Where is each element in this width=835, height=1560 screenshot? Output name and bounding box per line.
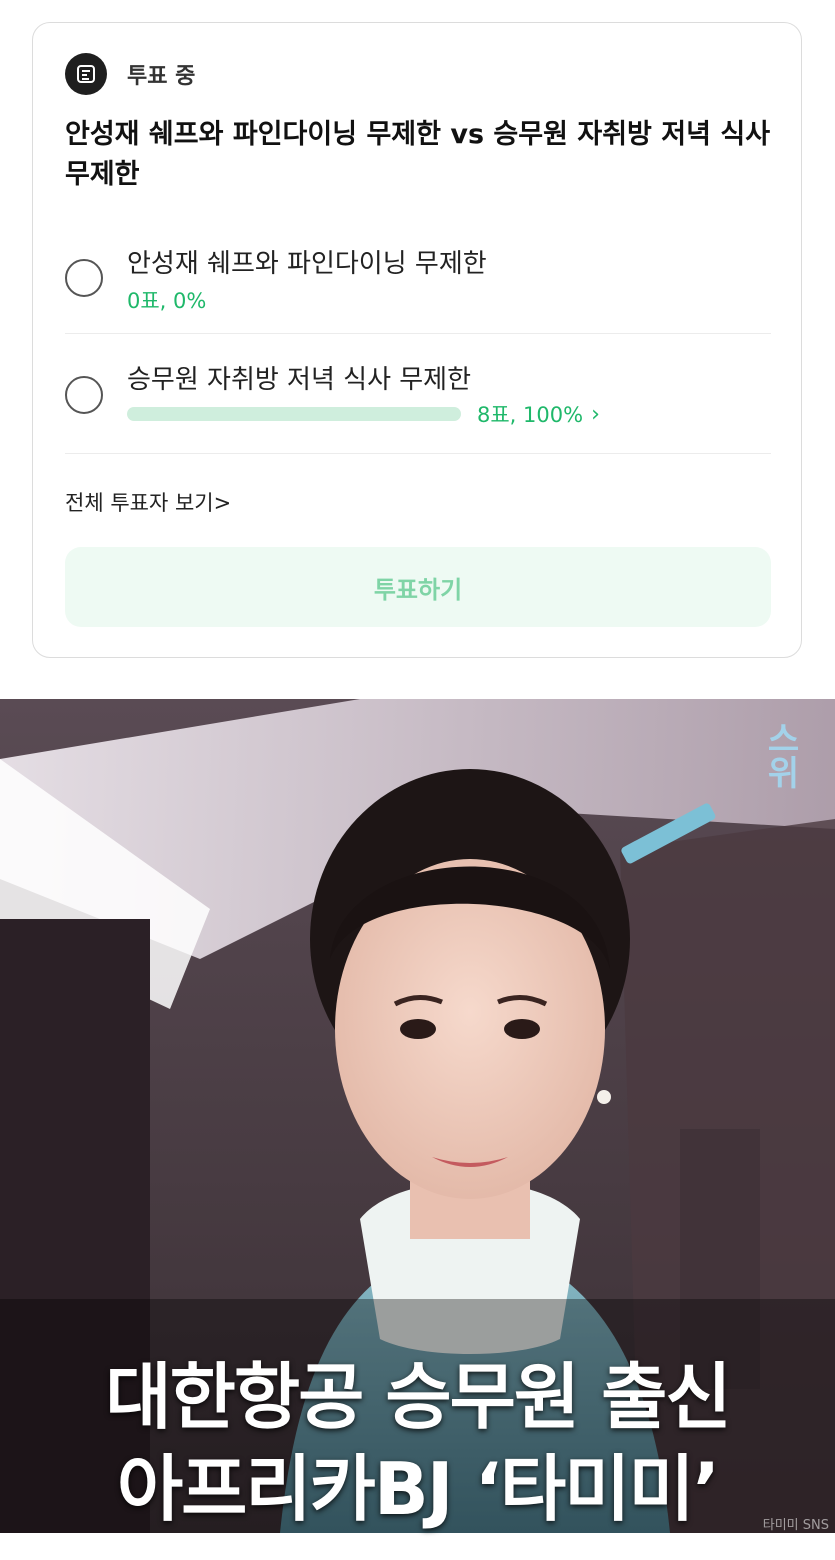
option-result: 0표, 0% <box>127 289 207 313</box>
poll-status: 투표 중 <box>127 64 196 89</box>
corner-logo: 스위 <box>760 721 800 789</box>
poll-option-2[interactable]: 승무원 자취방 저녁 식사 무제한 8표, 100% › <box>65 341 771 454</box>
photo-credit: 타미미 SNS <box>762 1518 829 1533</box>
caption-line-1: 대한항공 승무원 출신 <box>105 1355 731 1439</box>
radio-button[interactable] <box>65 376 103 414</box>
option-result: 8표, 100% <box>477 403 584 427</box>
all-voters-link[interactable]: 전체 투표자 보기> <box>65 487 231 517</box>
option-label: 안성재 쉐프와 파인다이닝 무제한 <box>127 249 487 279</box>
option-label: 승무원 자취방 저녁 식사 무제한 <box>127 365 472 395</box>
chevron-right-icon: › <box>591 401 600 427</box>
result-bar <box>127 407 461 421</box>
vote-button[interactable]: 투표하기 <box>65 547 771 627</box>
poll-icon <box>65 53 107 95</box>
poll-option-1[interactable]: 안성재 쉐프와 파인다이닝 무제한 0표, 0% <box>65 223 771 334</box>
poll-question: 안성재 쉐프와 파인다이닝 무제한 vs 승무원 자취방 저녁 식사 무제한 <box>65 119 771 190</box>
poll-header: 투표 중 <box>65 53 195 95</box>
option-result-link[interactable]: 8표, 100% › <box>477 399 600 429</box>
radio-button[interactable] <box>65 259 103 297</box>
caption-line-2: 아프리카BJ ‘타미미’ <box>116 1447 720 1531</box>
poll-card: 투표 중 안성재 쉐프와 파인다이닝 무제한 vs 승무원 자취방 저녁 식사 … <box>32 22 802 658</box>
result-bar-fill <box>127 407 461 421</box>
